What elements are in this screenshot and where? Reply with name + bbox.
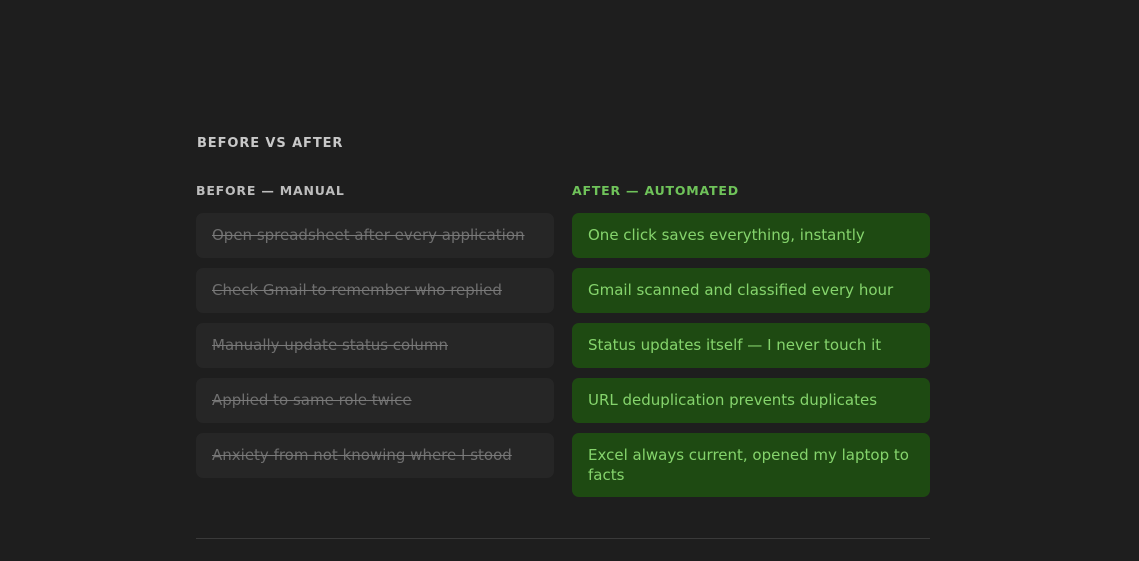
after-item: Gmail scanned and classified every hour (572, 268, 930, 313)
after-item: One click saves everything, instantly (572, 213, 930, 258)
section-divider (196, 538, 930, 539)
after-column-label: AFTER — AUTOMATED (572, 183, 739, 198)
before-items-list: Open spreadsheet after every application… (196, 213, 554, 478)
before-item: Open spreadsheet after every application (196, 213, 554, 258)
after-item: URL deduplication prevents duplicates (572, 378, 930, 423)
before-column: BEFORE — MANUAL Open spreadsheet after e… (196, 184, 554, 478)
after-item: Excel always current, opened my laptop t… (572, 433, 930, 497)
before-item: Anxiety from not knowing where I stood (196, 433, 554, 478)
section-title: BEFORE VS AFTER (197, 136, 344, 151)
after-column: AFTER — AUTOMATED One click saves everyt… (572, 184, 930, 497)
before-item: Check Gmail to remember who replied (196, 268, 554, 313)
before-item: Manually update status column (196, 323, 554, 368)
after-items-list: One click saves everything, instantly Gm… (572, 213, 930, 497)
before-column-label: BEFORE — MANUAL (196, 183, 345, 198)
before-after-section: BEFORE VS AFTER BEFORE — MANUAL Open spr… (196, 136, 930, 556)
after-item: Status updates itself — I never touch it (572, 323, 930, 368)
before-item: Applied to same role twice (196, 378, 554, 423)
